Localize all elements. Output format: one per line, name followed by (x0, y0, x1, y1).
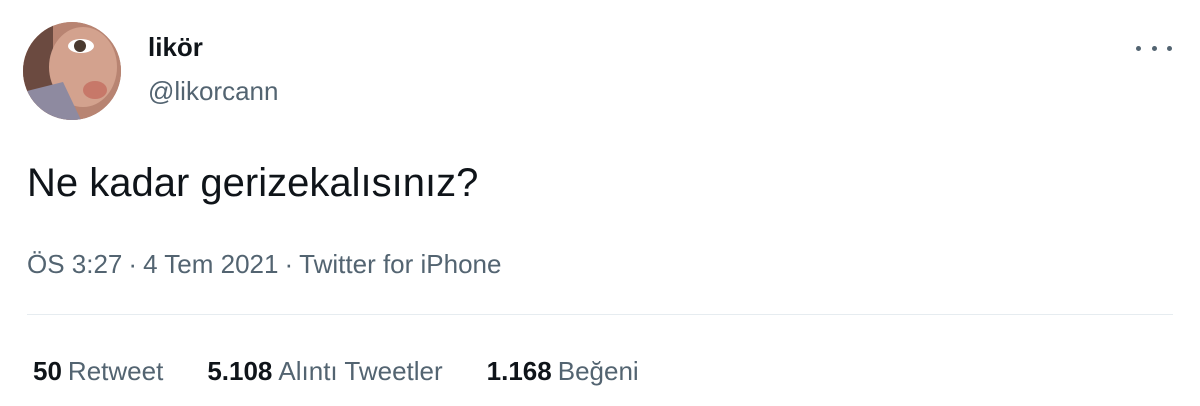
likes-count: 1.168 (486, 356, 552, 386)
quotes-count: 5.108 (207, 356, 273, 386)
meta-separator: · (128, 249, 138, 279)
tweet-date: 4 Tem 2021 (143, 249, 279, 279)
likes-label: Beğeni (557, 356, 639, 386)
avatar-image (23, 22, 121, 120)
more-horizontal-icon-dot (1167, 45, 1172, 51)
retweets-label: Retweet (67, 356, 164, 386)
more-horizontal-icon-dot (1151, 45, 1157, 51)
meta-separator: · (284, 249, 294, 279)
tweet-card: likör @likorcann Ne kadar gerizekalısını… (0, 0, 1200, 406)
divider (27, 314, 1173, 315)
display-name[interactable]: likör (148, 32, 203, 62)
avatar[interactable] (23, 22, 121, 120)
tweet-meta: ÖS 3:27 · 4 Tem 2021 · Twitter for iPhone (27, 247, 501, 281)
tweet-source-link[interactable]: Twitter for iPhone (299, 249, 501, 279)
tweet-stats: 50 Retweet 5.108 Alıntı Tweetler 1.168 Beğe… (33, 354, 683, 388)
retweets-count: 50 (33, 356, 62, 386)
likes-stat[interactable]: 1.168 Beğeni (487, 354, 639, 388)
user-handle[interactable]: @likorcann (148, 76, 278, 106)
more-horizontal-icon (1136, 45, 1141, 51)
quotes-stat[interactable]: 5.108 Alıntı Tweetler (207, 354, 442, 388)
quotes-label: Alıntı Tweetler (278, 356, 443, 386)
tweet-text: Ne kadar gerizekalısınız? (27, 161, 479, 205)
retweets-stat[interactable]: 50 Retweet (33, 354, 163, 388)
tweet-timestamp[interactable]: ÖS 3:27 · 4 Tem 2021 (27, 249, 278, 279)
more-options-button[interactable] (1136, 38, 1172, 58)
tweet-time: ÖS 3:27 (27, 249, 123, 279)
